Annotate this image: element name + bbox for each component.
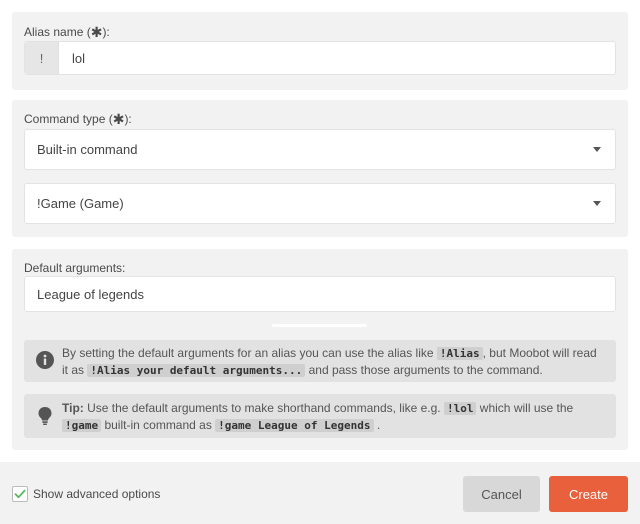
tip-text: Tip: Use the default arguments to make s…: [62, 401, 574, 432]
command-value: !Game (Game): [37, 196, 124, 211]
check-icon: [14, 489, 26, 499]
advanced-options-checkbox[interactable]: [12, 486, 28, 502]
alias-panel: Alias name (✱): ! lol: [12, 12, 628, 90]
chevron-down-icon: [593, 147, 601, 152]
chevron-down-icon: [593, 201, 601, 206]
required-icon: ✱: [90, 24, 103, 40]
dialog-footer: Show advanced options Cancel Create: [0, 462, 640, 524]
default-arguments-label: Default arguments:: [24, 261, 126, 275]
lightbulb-icon: [36, 406, 54, 425]
code-snippet: !Alias your default arguments...: [87, 364, 306, 377]
alias-input[interactable]: ! lol: [24, 41, 616, 75]
command-panel: Command type (✱): Built-in command !Game…: [12, 100, 628, 237]
cancel-button[interactable]: Cancel: [463, 476, 540, 512]
default-arguments-input[interactable]: League of legends: [24, 276, 616, 312]
create-button[interactable]: Create: [549, 476, 628, 512]
alias-label: Alias name (✱):: [24, 24, 110, 40]
required-icon: ✱: [112, 111, 125, 127]
default-arguments-value: League of legends: [37, 286, 144, 302]
command-type-select[interactable]: Built-in command: [24, 129, 616, 170]
code-snippet: !lol: [443, 402, 477, 415]
command-type-label: Command type (✱):: [24, 111, 132, 127]
resize-handle[interactable]: [272, 324, 367, 327]
info-icon: [36, 351, 54, 369]
tip-notice: Tip: Use the default arguments to make s…: [24, 394, 616, 438]
code-snippet: !game League of Legends: [215, 419, 374, 432]
info-text: By setting the default arguments for an …: [62, 346, 597, 377]
advanced-options-label[interactable]: Show advanced options: [33, 487, 160, 501]
alias-prefix: !: [25, 42, 59, 74]
command-type-value: Built-in command: [37, 142, 138, 157]
info-notice: By setting the default arguments for an …: [24, 340, 616, 382]
code-snippet: !Alias: [436, 347, 483, 360]
command-select[interactable]: !Game (Game): [24, 183, 616, 224]
code-snippet: !game: [62, 419, 102, 432]
alias-value: lol: [72, 50, 86, 66]
